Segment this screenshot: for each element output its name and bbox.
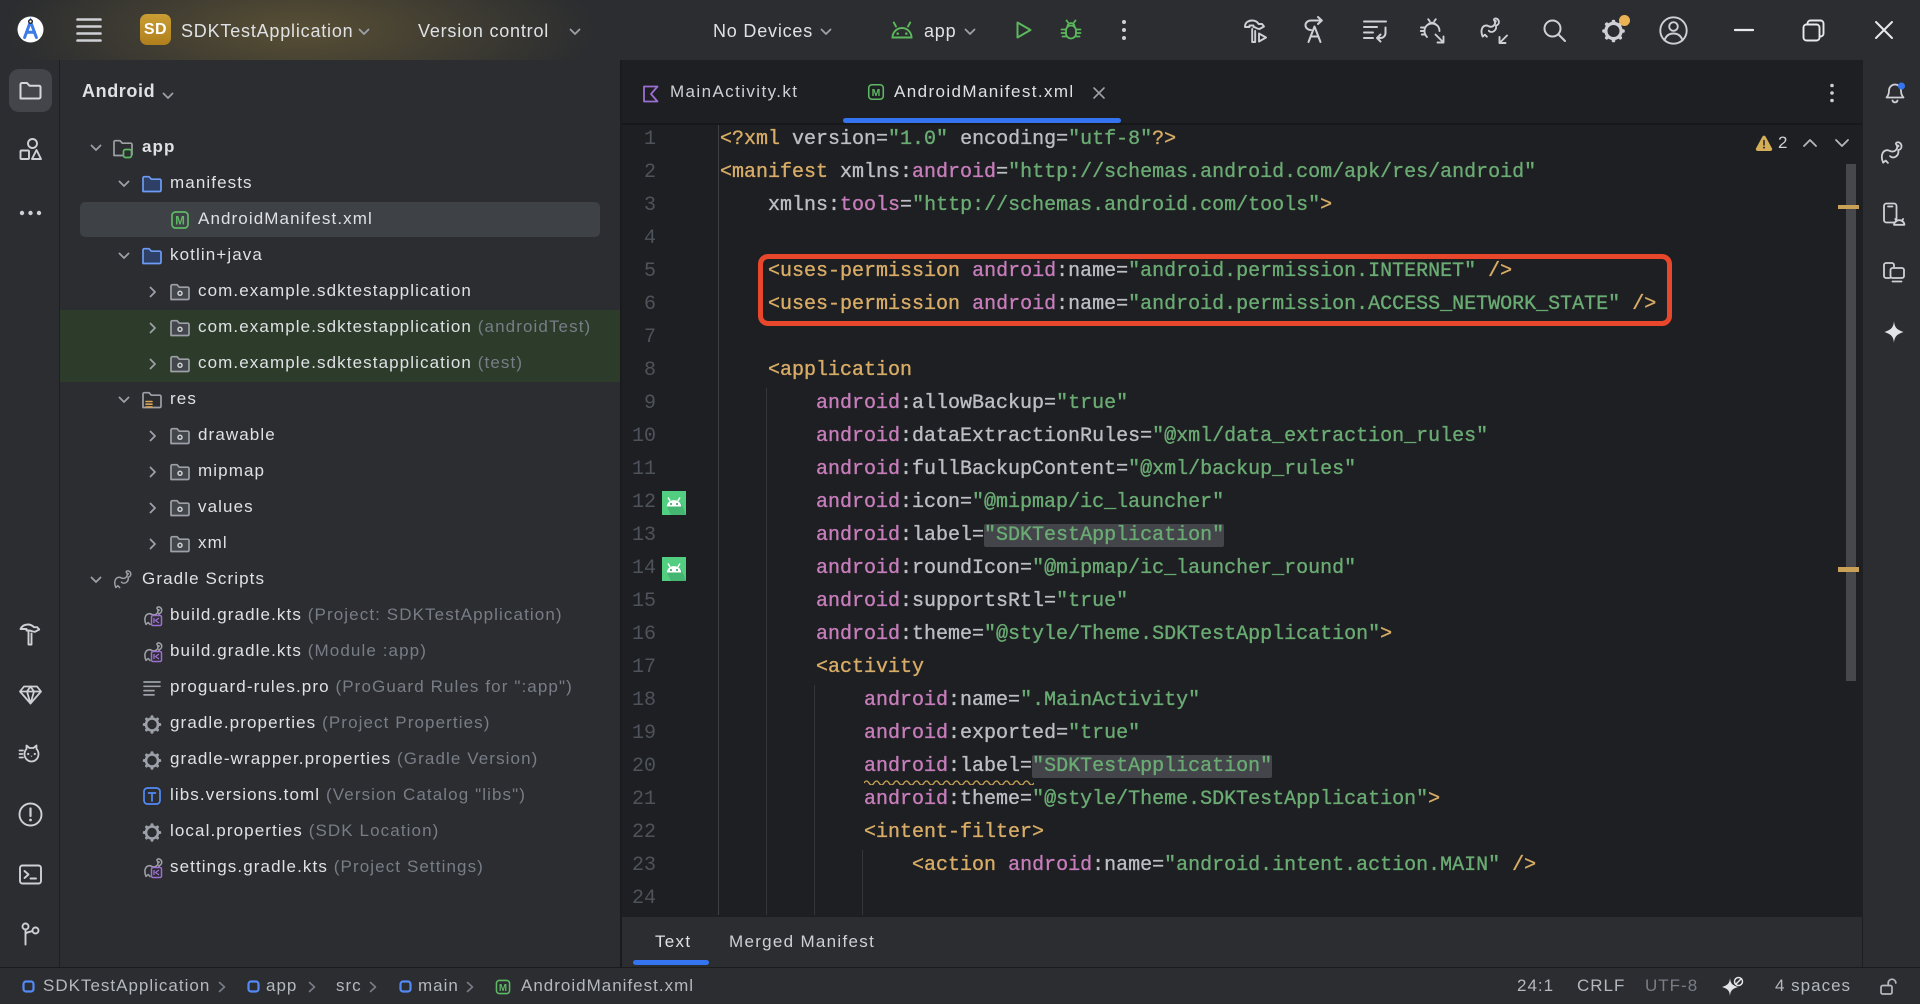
svg-text:M: M xyxy=(175,216,185,228)
svg-text:M: M xyxy=(872,88,881,99)
svg-text:M: M xyxy=(499,983,507,994)
